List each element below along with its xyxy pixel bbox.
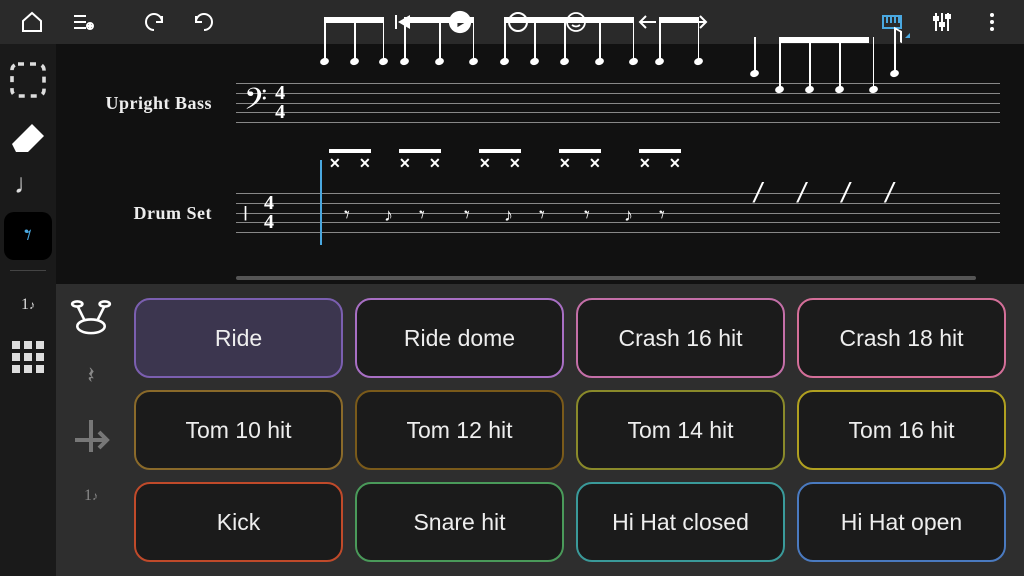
drum-pad-ride-dome[interactable]: Ride dome: [355, 298, 564, 378]
mixer-button[interactable]: [918, 2, 966, 42]
staff-drums[interactable]: || 44 ✕✕ ✕✕ ✕✕ ✕✕ ✕✕: [236, 185, 1000, 241]
drum-pad-snare-hit[interactable]: Snare hit: [355, 482, 564, 562]
drum-pad-hi-hat-open[interactable]: Hi Hat open: [797, 482, 1006, 562]
drum-pad-tom-14-hit[interactable]: Tom 14 hit: [576, 390, 785, 470]
drum-notes: ✕✕ ✕✕ ✕✕ ✕✕ ✕✕ ////: [324, 147, 992, 279]
drum-pad-tom-16-hit[interactable]: Tom 16 hit: [797, 390, 1006, 470]
score-area[interactable]: Upright Bass 𝄢 44: [56, 44, 1024, 284]
drum-pads-area: 𝄽 1♪ RideRide domeCrash 16 hitCrash 18 h…: [56, 284, 1024, 576]
rest-tool[interactable]: 𝄾: [4, 212, 52, 260]
playhead: [320, 160, 322, 245]
step-mode[interactable]: [67, 414, 115, 458]
selection-tool[interactable]: [4, 56, 52, 104]
drum-pad-crash-16-hit[interactable]: Crash 16 hit: [576, 298, 785, 378]
track-label-drums: Drum Set: [56, 203, 236, 224]
chord-mode[interactable]: 𝄽: [67, 354, 115, 398]
bass-clef-icon: 𝄢: [244, 82, 267, 125]
duration-tool[interactable]: 1♪: [4, 281, 52, 329]
redo-button[interactable]: [180, 2, 228, 42]
drum-pad-hi-hat-closed[interactable]: Hi Hat closed: [576, 482, 785, 562]
staff-bass[interactable]: 𝄢 44: [236, 75, 1000, 131]
tracks-button[interactable]: [58, 2, 106, 42]
grid-tool[interactable]: [4, 333, 52, 381]
note-tool[interactable]: ♩: [4, 160, 52, 208]
note-value-mode[interactable]: 1♪: [67, 474, 115, 518]
pad-grid: RideRide domeCrash 16 hitCrash 18 hitTom…: [126, 284, 1024, 576]
eraser-tool[interactable]: [4, 108, 52, 156]
drumkit-mode[interactable]: [67, 294, 115, 338]
drum-pad-ride[interactable]: Ride: [134, 298, 343, 378]
left-tool-sidebar: ♩ 𝄾 1♪: [0, 44, 56, 576]
drum-pad-tom-12-hit[interactable]: Tom 12 hit: [355, 390, 564, 470]
drum-pad-kick[interactable]: Kick: [134, 482, 343, 562]
drum-pad-tom-10-hit[interactable]: Tom 10 hit: [134, 390, 343, 470]
divider: [10, 270, 46, 271]
more-button[interactable]: [968, 2, 1016, 42]
home-button[interactable]: [8, 2, 56, 42]
track-label-bass: Upright Bass: [56, 93, 236, 114]
pad-mode-sidebar: 𝄽 1♪: [56, 284, 126, 576]
drum-pad-crash-18-hit[interactable]: Crash 18 hit: [797, 298, 1006, 378]
undo-button[interactable]: [130, 2, 178, 42]
